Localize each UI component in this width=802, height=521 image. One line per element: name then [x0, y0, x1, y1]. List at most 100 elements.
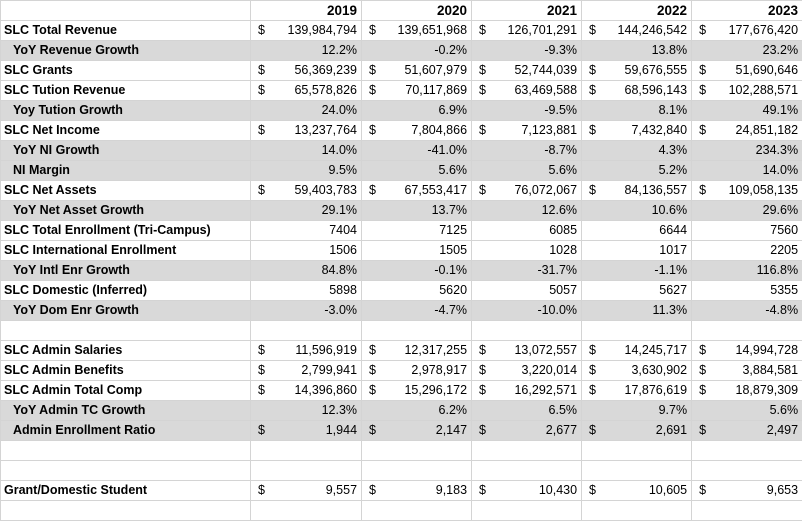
empty-cell[interactable] — [712, 501, 802, 521]
currency-symbol-cell[interactable] — [251, 101, 271, 121]
value-cell-2019[interactable]: 84.8% — [271, 261, 362, 281]
value-cell-2019[interactable]: 56,369,239 — [271, 61, 362, 81]
currency-symbol-cell[interactable] — [251, 141, 271, 161]
value-cell-2020[interactable]: 7125 — [382, 221, 472, 241]
value-cell-2020[interactable]: 7,804,866 — [382, 121, 472, 141]
currency-symbol-cell[interactable] — [362, 301, 382, 321]
empty-cell[interactable] — [602, 441, 692, 461]
value-cell-2022[interactable]: 68,596,143 — [602, 81, 692, 101]
value-cell-2020[interactable]: 6.9% — [382, 101, 472, 121]
currency-symbol-cell[interactable]: $ — [362, 21, 382, 41]
value-cell-2020[interactable]: 2,978,917 — [382, 361, 472, 381]
currency-symbol-cell[interactable] — [472, 41, 492, 61]
value-cell-2023[interactable]: 18,879,309 — [712, 381, 802, 401]
value-cell-2020[interactable]: 9,183 — [382, 481, 472, 501]
empty-cell[interactable] — [692, 321, 712, 341]
value-cell-2022[interactable]: 14,245,717 — [602, 341, 692, 361]
value-cell-2022[interactable]: 10.6% — [602, 201, 692, 221]
currency-symbol-cell[interactable] — [362, 221, 382, 241]
currency-symbol-cell[interactable]: $ — [472, 361, 492, 381]
value-cell-2023[interactable]: 7560 — [712, 221, 802, 241]
value-cell-2021[interactable]: 126,701,291 — [492, 21, 582, 41]
currency-symbol-cell[interactable]: $ — [692, 421, 712, 441]
currency-symbol-cell[interactable] — [582, 241, 602, 261]
currency-symbol-cell[interactable] — [692, 41, 712, 61]
currency-symbol-cell[interactable]: $ — [692, 381, 712, 401]
empty-cell[interactable] — [1, 321, 251, 341]
empty-cell[interactable] — [271, 321, 362, 341]
value-cell-2022[interactable]: 11.3% — [602, 301, 692, 321]
currency-symbol-cell[interactable] — [472, 241, 492, 261]
currency-symbol-cell[interactable] — [472, 161, 492, 181]
value-cell-2021[interactable]: -31.7% — [492, 261, 582, 281]
value-cell-2021[interactable]: -10.0% — [492, 301, 582, 321]
currency-symbol-cell[interactable]: $ — [251, 61, 271, 81]
value-cell-2019[interactable]: 59,403,783 — [271, 181, 362, 201]
currency-symbol-cell[interactable] — [692, 221, 712, 241]
value-cell-2023[interactable]: 109,058,135 — [712, 181, 802, 201]
currency-symbol-cell[interactable]: $ — [472, 21, 492, 41]
value-cell-2022[interactable]: 84,136,557 — [602, 181, 692, 201]
value-cell-2019[interactable]: 1506 — [271, 241, 362, 261]
currency-symbol-cell[interactable]: $ — [362, 121, 382, 141]
year-header-2020[interactable]: 2020 — [362, 1, 472, 21]
currency-symbol-cell[interactable]: $ — [472, 181, 492, 201]
empty-cell[interactable] — [382, 441, 472, 461]
empty-cell[interactable] — [362, 501, 382, 521]
empty-cell[interactable] — [362, 461, 382, 481]
currency-symbol-cell[interactable] — [251, 261, 271, 281]
value-cell-2023[interactable]: 102,288,571 — [712, 81, 802, 101]
currency-symbol-cell[interactable]: $ — [362, 421, 382, 441]
value-cell-2019[interactable]: -3.0% — [271, 301, 362, 321]
value-cell-2019[interactable]: 29.1% — [271, 201, 362, 221]
empty-cell[interactable] — [712, 461, 802, 481]
currency-symbol-cell[interactable]: $ — [692, 181, 712, 201]
value-cell-2023[interactable]: 177,676,420 — [712, 21, 802, 41]
currency-symbol-cell[interactable]: $ — [362, 61, 382, 81]
value-cell-2023[interactable]: 23.2% — [712, 41, 802, 61]
value-cell-2019[interactable]: 14,396,860 — [271, 381, 362, 401]
currency-symbol-cell[interactable] — [362, 241, 382, 261]
row-label[interactable]: Admin Enrollment Ratio — [1, 421, 251, 441]
value-cell-2022[interactable]: 8.1% — [602, 101, 692, 121]
empty-cell[interactable] — [692, 441, 712, 461]
currency-symbol-cell[interactable]: $ — [472, 341, 492, 361]
value-cell-2021[interactable]: 7,123,881 — [492, 121, 582, 141]
currency-symbol-cell[interactable]: $ — [472, 381, 492, 401]
row-label[interactable]: YoY Dom Enr Growth — [1, 301, 251, 321]
empty-cell[interactable] — [251, 321, 271, 341]
value-cell-2022[interactable]: 4.3% — [602, 141, 692, 161]
empty-cell[interactable] — [582, 321, 602, 341]
currency-symbol-cell[interactable]: $ — [582, 21, 602, 41]
currency-symbol-cell[interactable]: $ — [362, 181, 382, 201]
value-cell-2022[interactable]: 17,876,619 — [602, 381, 692, 401]
value-cell-2022[interactable]: 7,432,840 — [602, 121, 692, 141]
currency-symbol-cell[interactable] — [472, 221, 492, 241]
row-label[interactable]: SLC International Enrollment — [1, 241, 251, 261]
row-label[interactable]: SLC Net Income — [1, 121, 251, 141]
row-label[interactable]: YoY Revenue Growth — [1, 41, 251, 61]
value-cell-2021[interactable]: 13,072,557 — [492, 341, 582, 361]
value-cell-2021[interactable]: 5057 — [492, 281, 582, 301]
year-header-2019[interactable]: 2019 — [251, 1, 362, 21]
row-label[interactable]: SLC Admin Salaries — [1, 341, 251, 361]
empty-cell[interactable] — [712, 441, 802, 461]
currency-symbol-cell[interactable] — [362, 261, 382, 281]
empty-cell[interactable] — [712, 321, 802, 341]
currency-symbol-cell[interactable]: $ — [251, 481, 271, 501]
row-label[interactable]: SLC Domestic (Inferred) — [1, 281, 251, 301]
empty-cell[interactable] — [251, 441, 271, 461]
row-label[interactable]: Grant/Domestic Student — [1, 481, 251, 501]
value-cell-2022[interactable]: 10,605 — [602, 481, 692, 501]
value-cell-2019[interactable]: 1,944 — [271, 421, 362, 441]
empty-cell[interactable] — [692, 501, 712, 521]
row-label[interactable]: YoY NI Growth — [1, 141, 251, 161]
value-cell-2021[interactable]: 12.6% — [492, 201, 582, 221]
value-cell-2023[interactable]: 24,851,182 — [712, 121, 802, 141]
empty-cell[interactable] — [492, 441, 582, 461]
value-cell-2021[interactable]: -9.5% — [492, 101, 582, 121]
value-cell-2019[interactable]: 5898 — [271, 281, 362, 301]
value-cell-2019[interactable]: 7404 — [271, 221, 362, 241]
currency-symbol-cell[interactable]: $ — [251, 121, 271, 141]
empty-cell[interactable] — [382, 461, 472, 481]
